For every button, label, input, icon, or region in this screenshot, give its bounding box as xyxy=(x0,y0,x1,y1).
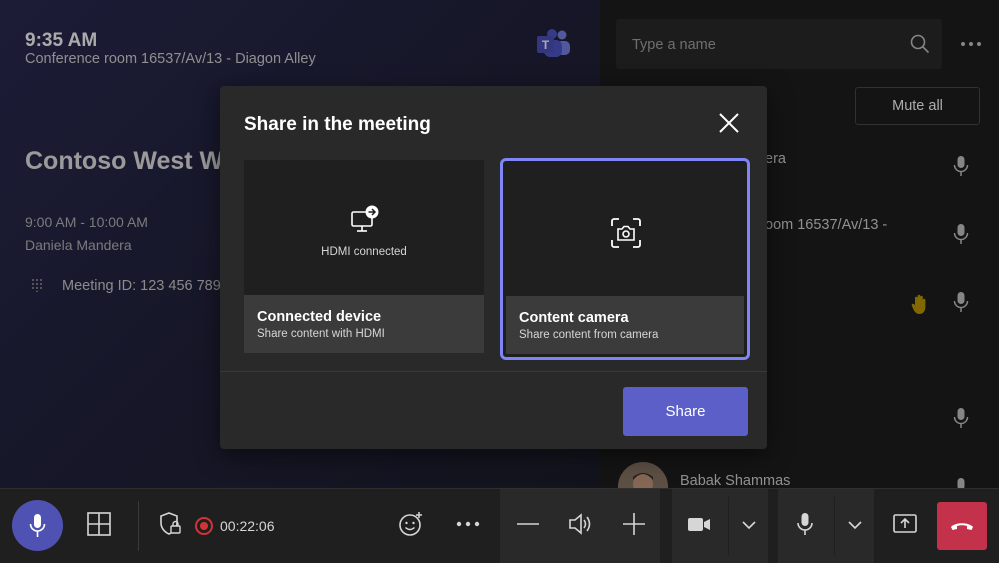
recording-icon xyxy=(195,517,213,535)
volume-down-icon[interactable] xyxy=(515,511,541,537)
dialog-title: Share in the meeting xyxy=(244,114,431,135)
content-camera-icon xyxy=(611,218,641,248)
meeting-controls-bar: 00:22:06 xyxy=(0,488,999,563)
share-screen-icon[interactable] xyxy=(892,511,918,537)
video-camera-icon[interactable] xyxy=(686,511,712,537)
microphone-icon xyxy=(29,514,46,537)
share-button[interactable]: Share xyxy=(623,387,748,436)
toolbar-divider xyxy=(834,497,835,555)
card-subtitle: Share content from camera xyxy=(519,329,659,341)
layout-grid-icon[interactable] xyxy=(86,511,112,537)
chevron-down-icon[interactable] xyxy=(738,511,760,537)
hang-up-button[interactable] xyxy=(937,502,987,550)
speaker-icon xyxy=(569,513,591,535)
hdmi-monitor-icon xyxy=(351,205,379,232)
card-title: Content camera xyxy=(519,310,629,326)
share-dialog: Share in the meeting HDMI connected Conn… xyxy=(220,86,767,449)
dialog-divider xyxy=(220,371,767,372)
chevron-down-icon[interactable] xyxy=(844,511,866,537)
microphone-toggle-button[interactable] xyxy=(12,500,63,551)
connected-device-card[interactable]: HDMI connected Connected device Share co… xyxy=(244,160,484,353)
card-footer: Connected device Share content with HDMI xyxy=(244,295,484,353)
microphone-icon[interactable] xyxy=(792,511,818,537)
hdmi-status-text: HDMI connected xyxy=(321,246,407,258)
content-camera-card[interactable]: Content camera Share content from camera xyxy=(500,158,750,360)
phone-hangup-icon xyxy=(951,523,973,530)
card-footer: Content camera Share content from camera xyxy=(506,296,744,354)
toolbar-divider xyxy=(728,497,729,555)
more-actions-icon[interactable] xyxy=(455,511,481,537)
card-title: Connected device xyxy=(257,309,382,325)
shield-lock-icon[interactable] xyxy=(158,511,184,537)
toolbar-divider xyxy=(138,501,139,551)
close-icon[interactable] xyxy=(716,110,742,136)
volume-up-icon[interactable] xyxy=(621,511,647,537)
recording-timer: 00:22:06 xyxy=(220,518,275,534)
reactions-icon[interactable] xyxy=(398,511,424,537)
card-subtitle: Share content with HDMI xyxy=(257,328,385,340)
